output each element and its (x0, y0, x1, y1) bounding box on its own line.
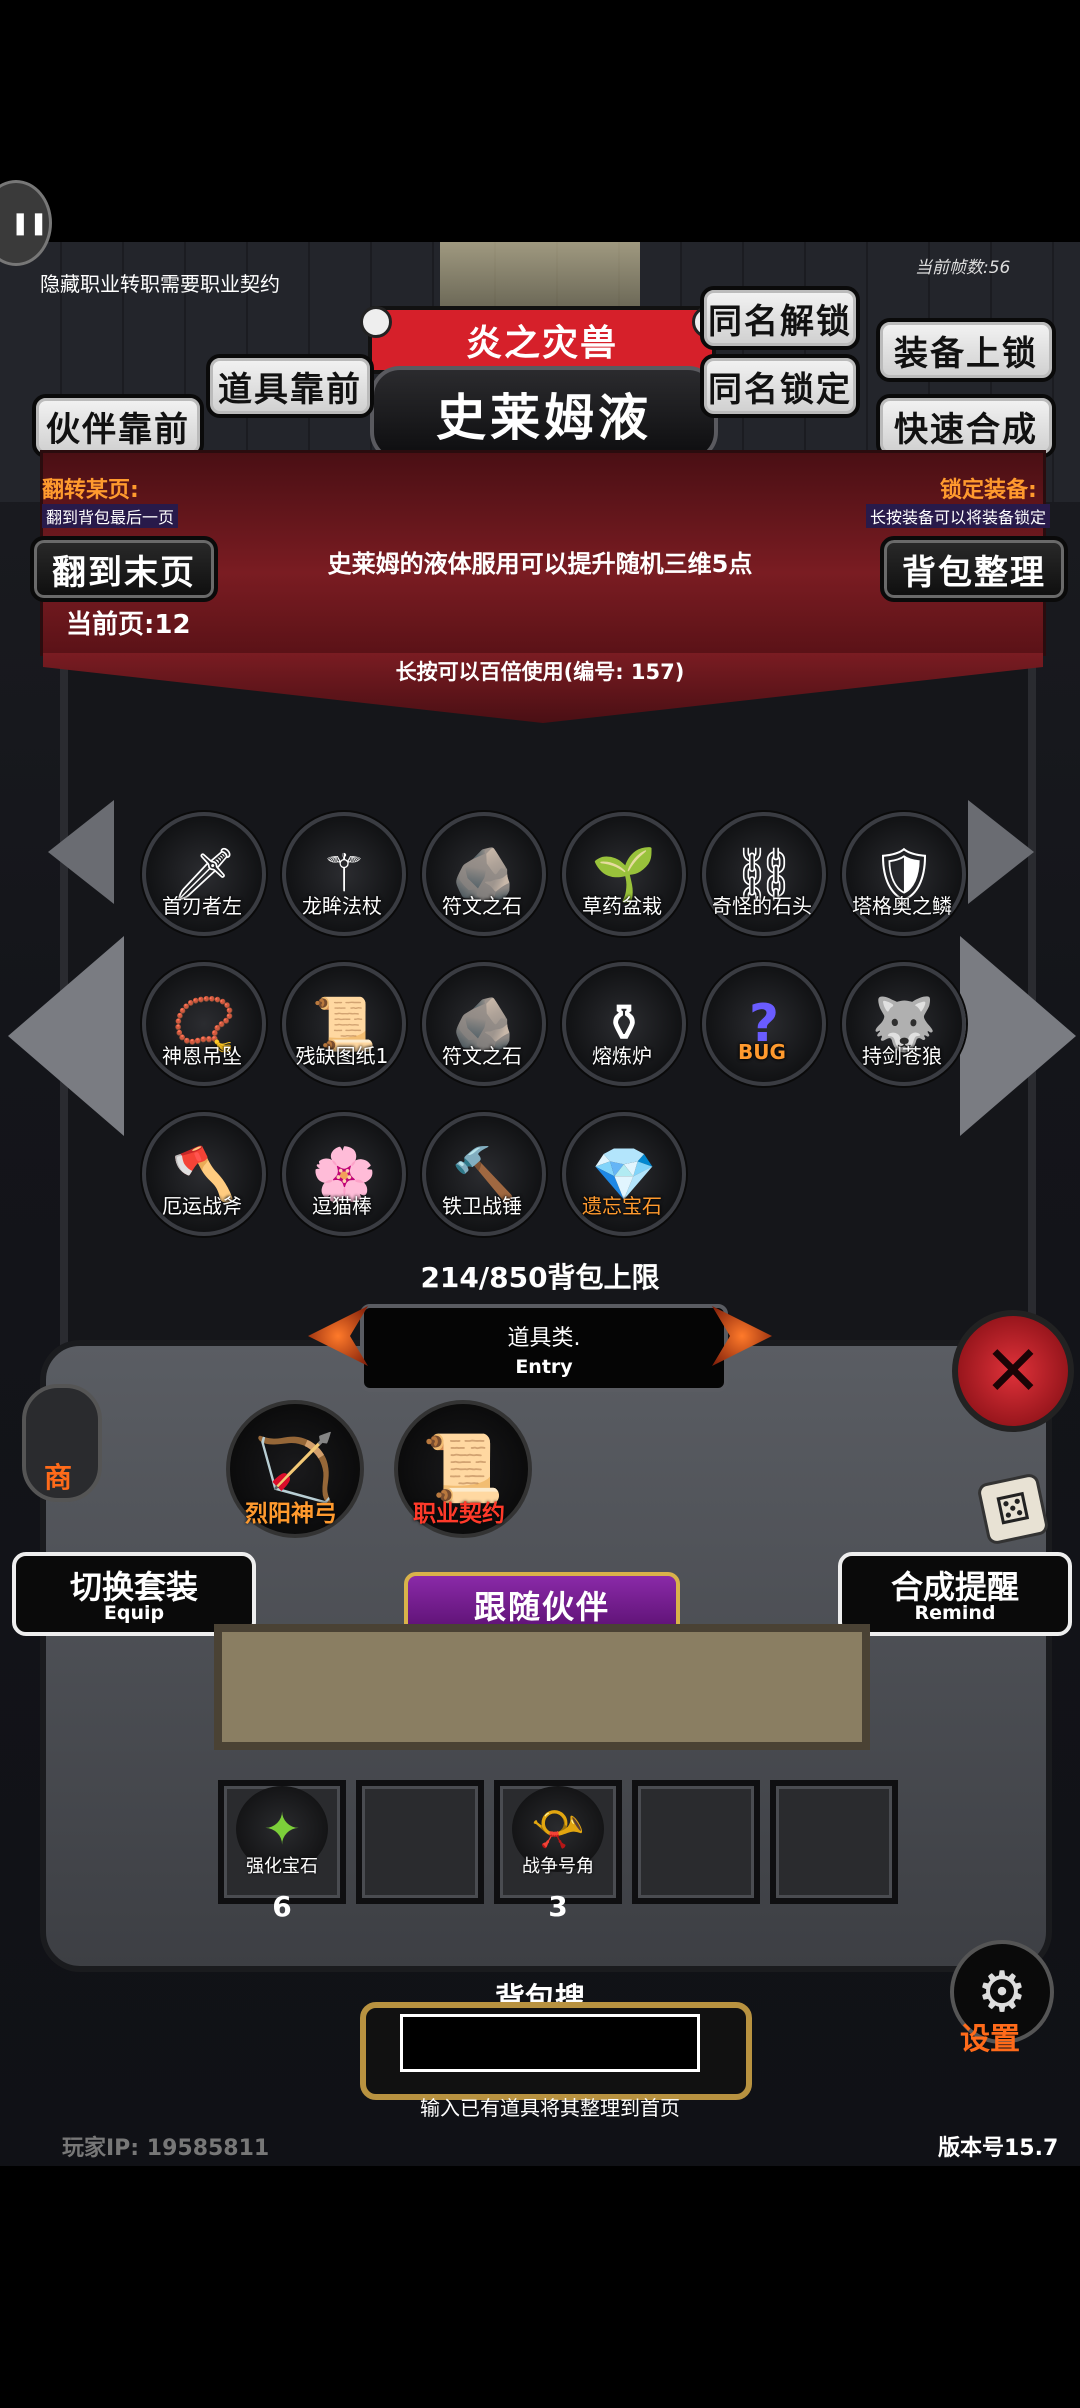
merge-remind-button[interactable]: 合成提醒 Remind (838, 1552, 1072, 1636)
partner-front-button[interactable]: 伙伴靠前 (32, 394, 204, 458)
item-label: 神恩吊坠 (162, 1044, 242, 1068)
top-left-notice: 隐藏职业转职需要职业契约 (40, 272, 280, 296)
inventory-item[interactable]: 🌱 草药盆栽 (562, 812, 686, 962)
item-label: 残缺图纸1 (295, 1044, 389, 1068)
inventory-item[interactable]: 🪨 符文之石 (422, 962, 546, 1112)
equip-lock-button[interactable]: 装备上锁 (876, 318, 1056, 382)
equipped-label: 职业契约 (413, 1501, 505, 1527)
item-label: 草药盆栽 (582, 894, 662, 918)
item-label: 塔格奥之鳞 (852, 894, 952, 918)
inventory-item[interactable]: 🗡 首刃者左 (142, 812, 266, 962)
same-name-lock-button[interactable]: 同名锁定 (700, 354, 860, 418)
item-label: 逗猫棒 (312, 1194, 372, 1218)
next-page-arrow-icon[interactable] (960, 936, 1076, 1136)
quick-slot-count: 6 (272, 1890, 292, 1923)
equipped-label: 烈阳神弓 (245, 1501, 337, 1527)
lock-hint-title: 锁定装备: (940, 478, 1037, 503)
item-label: 奇怪的石头 (712, 894, 812, 918)
quick-slot[interactable]: 📯 战争号角 (494, 1780, 622, 1904)
search-hint: 输入已有道具将其整理到首页 (420, 2096, 680, 2120)
item-label: 遗忘宝石 (582, 1194, 662, 1218)
inventory-item[interactable]: 🔨 铁卫战锤 (422, 1112, 546, 1262)
fps-label: 当前帧数:56 (915, 258, 1011, 278)
inventory-item[interactable]: 📜 残缺图纸1 (282, 962, 406, 1112)
shop-label: 商 (44, 1461, 73, 1494)
next-page-small-arrow-icon[interactable] (968, 800, 1034, 904)
inventory-item[interactable]: 💎 遗忘宝石 (562, 1112, 686, 1262)
quick-slot[interactable] (632, 1780, 760, 1904)
flip-hint-title: 翻转某页: (42, 478, 139, 503)
inventory-item[interactable]: 🛡 塔格奥之鳞 (842, 812, 966, 962)
version-label: 版本号15.7 (938, 2136, 1059, 2161)
item-label: 熔炼炉 (592, 1044, 652, 1068)
quick-slot[interactable]: ✦ 强化宝石 (218, 1780, 346, 1904)
long-press-hint: 长按可以百倍使用(编号: 157) (395, 660, 685, 684)
quick-slot[interactable] (770, 1780, 898, 1904)
bug-icon: ? (702, 962, 826, 1086)
item-label: 符文之石 (442, 894, 522, 918)
bag-sort-button[interactable]: 背包整理 (880, 536, 1068, 602)
quick-merge-button[interactable]: 快速合成 (876, 394, 1056, 458)
dice-icon[interactable]: ⚄ (976, 1472, 1050, 1546)
inventory-item[interactable]: 🪨 符文之石 (422, 812, 546, 962)
quick-slot[interactable] (356, 1780, 484, 1904)
inventory-item[interactable]: 📿 神恩吊坠 (142, 962, 266, 1112)
item-label: 符文之石 (442, 1044, 522, 1068)
item-label: 持剑苍狼 (862, 1044, 942, 1068)
player-ip: 玩家IP: 19585811 (62, 2136, 270, 2161)
boss-title: 炎之灾兽 (368, 306, 716, 374)
boss-name: 史莱姆液 (370, 366, 718, 462)
switch-set-sub: Equip (103, 1602, 165, 1624)
flip-hint-desc: 翻到背包最后一页 (42, 504, 179, 528)
category-label: 道具类. (507, 1326, 581, 1351)
inventory-item[interactable]: 🪓 厄运战斧 (142, 1112, 266, 1262)
quick-slot-count: 3 (548, 1890, 568, 1923)
merge-remind-sub: Remind (914, 1602, 996, 1624)
prev-page-arrow-icon[interactable] (8, 936, 124, 1136)
partner-display-box (214, 1624, 870, 1750)
pause-icon: ❚❚ (11, 211, 48, 236)
current-page: 当前页:12 (66, 610, 191, 640)
prev-page-small-arrow-icon[interactable] (48, 800, 114, 904)
settings-label[interactable]: 设置 (960, 2014, 1020, 2058)
item-front-button[interactable]: 道具靠前 (206, 354, 374, 418)
item-label: 厄运战斧 (162, 1194, 242, 1218)
item-label: 龙眸法杖 (302, 894, 382, 918)
item-caption: BUG (738, 1040, 786, 1064)
inventory-item[interactable]: 🐺 持剑苍狼 (842, 962, 966, 1112)
inventory-item[interactable]: ⛓ 奇怪的石头 (702, 812, 826, 962)
same-name-unlock-button[interactable]: 同名解锁 (700, 286, 860, 350)
bag-capacity: 214/850背包上限 (420, 1261, 660, 1294)
inventory-item[interactable]: ⚱ 熔炼炉 (562, 962, 686, 1112)
inventory-item[interactable]: ? BUG (702, 962, 826, 1112)
item-label: 铁卫战锤 (442, 1194, 522, 1218)
shop-button[interactable]: 商 (22, 1384, 102, 1502)
item-label: 首刃者左 (162, 894, 242, 918)
skull-icon (360, 306, 392, 338)
item-description: 史莱姆的液体服用可以提升随机三维5点 (327, 550, 753, 578)
search-input[interactable] (400, 2014, 700, 2072)
flip-last-page-button[interactable]: 翻到末页 (30, 536, 218, 602)
inventory-item[interactable]: ⚚ 龙眸法杖 (282, 812, 406, 962)
quick-slot-label: 强化宝石 (246, 1856, 318, 1877)
close-icon[interactable]: ✕ (952, 1310, 1074, 1432)
lock-hint-desc: 长按装备可以将装备锁定 (866, 504, 1051, 528)
inventory-item[interactable]: 🌸 逗猫棒 (282, 1112, 406, 1262)
category-sub: Entry (515, 1356, 573, 1378)
quick-slot-label: 战争号角 (522, 1856, 594, 1877)
category-box[interactable]: 道具类. Entry (360, 1304, 728, 1392)
